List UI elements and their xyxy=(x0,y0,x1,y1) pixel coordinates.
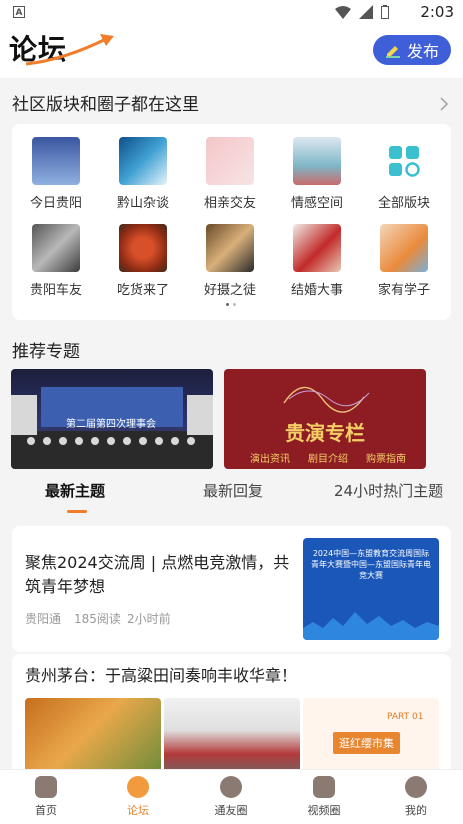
battery-icon xyxy=(381,5,389,19)
wedding-image xyxy=(293,224,341,272)
banner-tag: 购票指南 xyxy=(366,454,406,465)
logo-swoosh-icon xyxy=(25,34,114,66)
tab-latest-topics[interactable]: 最新主题 xyxy=(45,480,105,501)
grid-label: 好摄之徒 xyxy=(203,283,256,298)
banner-tag: 演出资讯 xyxy=(250,454,290,465)
banner-council[interactable]: 第二届第四次理事会 xyxy=(11,369,213,469)
hotpot-image xyxy=(119,224,167,272)
top-header: 论坛 发布 xyxy=(0,26,463,78)
kid-image xyxy=(380,224,428,272)
nav-video-circle[interactable]: 视频圈 xyxy=(294,776,354,818)
couple-image xyxy=(206,137,254,185)
skyline-image xyxy=(303,612,439,640)
grid-label: 结婚大事 xyxy=(290,283,343,298)
nav-label: 论坛 xyxy=(127,804,149,817)
chevron-right-icon[interactable] xyxy=(439,96,449,112)
grid-item-qianshan-talk[interactable]: 黔山杂谈 xyxy=(103,137,183,211)
umbrella-image xyxy=(293,137,341,185)
banner-tags: 演出资讯 剧目介绍 购票指南 xyxy=(250,450,406,465)
nav-forum[interactable]: 论坛 xyxy=(108,776,168,818)
grid-item-car-fans[interactable]: 贵阳车友 xyxy=(16,224,96,298)
clock: 2:03 xyxy=(420,3,454,21)
wave-image xyxy=(119,137,167,185)
nav-label: 我的 xyxy=(405,804,427,817)
home-icon xyxy=(35,776,57,798)
bottom-nav: 首页 论坛 通友圈 视频圈 我的 xyxy=(0,769,463,824)
section-title-community: 社区版块和圈子都在这里 xyxy=(12,95,199,115)
grid-label: 黔山杂谈 xyxy=(116,196,169,211)
grid-label: 贵阳车友 xyxy=(29,283,82,298)
video-icon xyxy=(313,776,335,798)
grid-label: 今日贵阳 xyxy=(29,196,82,211)
thumbnail-caption: 2024中国—东盟教育交流周国际青年大赛暨中国—东盟国际青年电竞大赛 xyxy=(311,549,431,580)
publish-button[interactable]: 发布 xyxy=(373,35,451,65)
post-time: 2小时前 xyxy=(127,612,171,626)
forum-grid: 今日贵阳 黔山杂谈 相亲交友 情感空间 全部版块 贵阳车友 吃货来了 好摄之徒 … xyxy=(12,124,451,320)
grid-label: 吃货来了 xyxy=(116,283,169,298)
grid-label: 全部版块 xyxy=(377,196,430,211)
crowd-event-image xyxy=(164,698,300,778)
poster-title: 逛红缨市集 xyxy=(333,732,400,754)
page-dot-active xyxy=(226,303,229,306)
friends-circle-icon xyxy=(220,776,242,798)
nav-label: 通友圈 xyxy=(214,804,248,817)
banner-tag: 剧目介绍 xyxy=(308,454,348,465)
pen-icon xyxy=(385,46,400,58)
sorghum-image xyxy=(25,698,161,778)
grid-label: 相亲交友 xyxy=(203,196,256,211)
post-title: 聚焦2024交流周 | 点燃电竞激情，共筑青年梦想 xyxy=(25,553,290,596)
banner-title: 贵演专栏 xyxy=(285,421,365,445)
grid-item-students[interactable]: 家有学子 xyxy=(364,224,444,298)
page-indicator xyxy=(226,303,236,306)
post-card[interactable]: 聚焦2024交流周 | 点燃电竞激情，共筑青年梦想 贵阳通 185阅读 2小时前… xyxy=(12,526,451,652)
poster-tag: PART 01 xyxy=(387,712,424,722)
nav-label: 视频圈 xyxy=(307,804,341,817)
tab-active-indicator xyxy=(67,510,87,513)
camera-image xyxy=(206,224,254,272)
car-mirror-image xyxy=(32,224,80,272)
grid-item-foodies[interactable]: 吃货来了 xyxy=(103,224,183,298)
nav-friends-circle[interactable]: 通友圈 xyxy=(201,776,261,818)
banner-performance[interactable]: 贵演专栏 演出资讯 剧目介绍 购票指南 xyxy=(224,369,426,469)
status-icons xyxy=(335,5,389,19)
all-boards-icon xyxy=(380,137,428,185)
market-poster: PART 01 逛红缨市集 xyxy=(303,698,439,778)
grid-label: 情感空间 xyxy=(290,196,343,211)
nav-label: 首页 xyxy=(35,804,57,817)
grid-item-guiyang-today[interactable]: 今日贵阳 xyxy=(16,137,96,211)
profile-icon xyxy=(405,776,427,798)
signal-icon xyxy=(359,5,373,19)
forum-icon xyxy=(127,776,149,798)
grid-item-all-boards[interactable]: 全部版块 xyxy=(364,137,444,211)
tab-24h-hot[interactable]: 24小时热门主题 xyxy=(334,480,443,501)
grid-item-emotion[interactable]: 情感空间 xyxy=(277,137,357,211)
wifi-icon xyxy=(335,5,351,19)
page-dot xyxy=(233,303,236,306)
grid-item-dating[interactable]: 相亲交友 xyxy=(190,137,270,211)
tab-latest-replies[interactable]: 最新回复 xyxy=(203,480,263,501)
grid-item-photography[interactable]: 好摄之徒 xyxy=(190,224,270,298)
city-towers-image xyxy=(32,137,80,185)
post-thumbnail: 2024中国—东盟教育交流周国际青年大赛暨中国—东盟国际青年电竞大赛 xyxy=(303,538,439,640)
status-bar: A 2:03 xyxy=(0,0,463,26)
post-title: 贵州茅台：于高粱田间奏响丰收华章！ xyxy=(25,666,298,685)
publish-label: 发布 xyxy=(406,42,439,61)
banner-caption: 第二届第四次理事会 xyxy=(66,419,156,430)
nav-me[interactable]: 我的 xyxy=(386,776,446,818)
post-author: 贵阳通 xyxy=(25,612,62,626)
nav-home[interactable]: 首页 xyxy=(16,776,76,818)
grid-label: 家有学子 xyxy=(377,283,430,298)
grid-item-wedding[interactable]: 结婚大事 xyxy=(277,224,357,298)
notification-icon: A xyxy=(13,6,25,18)
section-title-featured: 推荐专题 xyxy=(12,342,80,362)
feed-tabs: 最新主题 最新回复 24小时热门主题 xyxy=(0,472,463,514)
post-reads: 185阅读 xyxy=(74,612,121,626)
